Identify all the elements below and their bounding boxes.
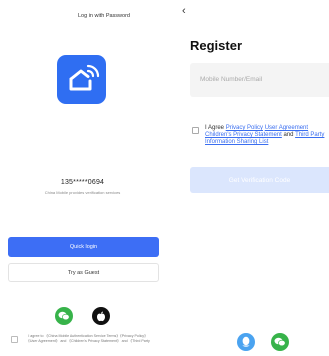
qq-icon: [242, 336, 250, 347]
wechat-login-button[interactable]: [55, 307, 73, 325]
try-as-guest-button[interactable]: Try as Guest: [8, 263, 159, 282]
user-agreement-link[interactable]: User Agreement: [265, 125, 308, 131]
quick-login-screen: [0, 0, 165, 356]
page-title: Register: [190, 38, 243, 53]
privacy-policy-link[interactable]: Privacy Policy: [226, 125, 263, 131]
wechat-icon: [58, 311, 70, 321]
login-with-password-link[interactable]: Log in with Password: [78, 13, 130, 19]
carrier-note: China Mobile provides verification servi…: [44, 190, 121, 195]
left-agreement-checkbox[interactable]: [11, 336, 18, 343]
agreement-text: I Agree Privacy Policy User Agreement Ch…: [205, 125, 329, 146]
quick-login-button[interactable]: Quick login: [8, 237, 159, 257]
qq-login-button[interactable]: [237, 333, 255, 351]
masked-phone-number: 135*****0694: [60, 179, 105, 186]
apple-icon: [97, 311, 105, 321]
home-wifi-icon: [69, 64, 100, 91]
wechat-icon: [274, 337, 286, 347]
mobile-email-placeholder: Mobile Number/Email: [200, 76, 263, 83]
apple-login-button[interactable]: [92, 307, 110, 325]
left-agreement-text: I agree to 《China Mobile Authentication …: [26, 334, 150, 343]
wechat-login-button-right[interactable]: [271, 333, 289, 351]
get-verification-code-button[interactable]: Get Verification Code: [190, 167, 329, 193]
and-text: and: [281, 132, 296, 138]
agreement-checkbox[interactable]: [192, 127, 199, 134]
app-logo: [57, 55, 106, 104]
childrens-privacy-link[interactable]: Children's Privacy Statement: [205, 132, 282, 138]
back-icon[interactable]: ‹: [182, 5, 186, 17]
agree-prefix: I Agree: [205, 125, 226, 131]
